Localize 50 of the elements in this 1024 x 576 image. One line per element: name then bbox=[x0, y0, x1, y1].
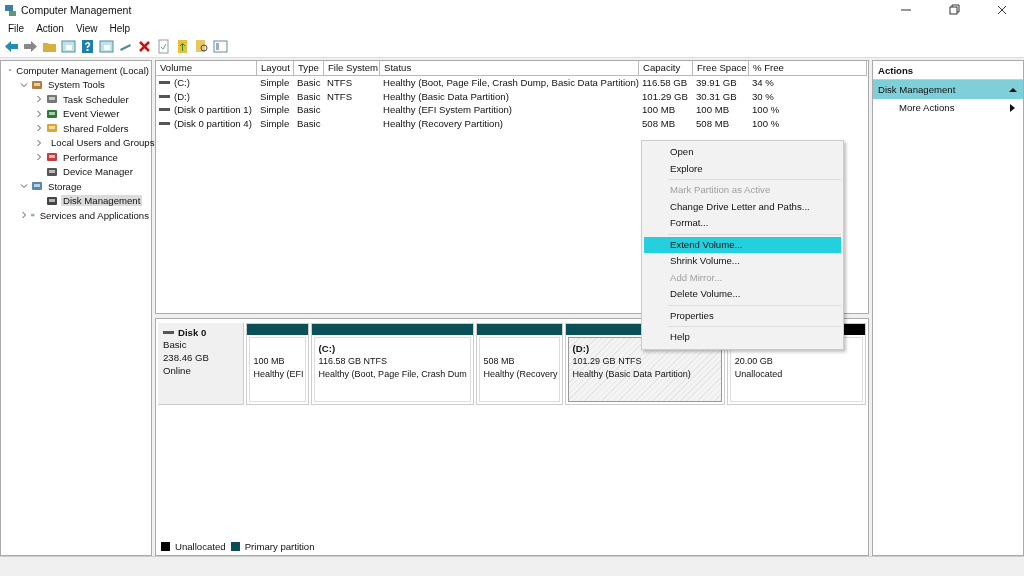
disk-status: Online bbox=[163, 364, 192, 377]
table-cell: (D:) bbox=[174, 89, 190, 103]
table-cell: 39.91 GB bbox=[696, 76, 737, 90]
partition-name: (C:) bbox=[318, 342, 337, 355]
table-cell: Healthy (Recovery Partition) bbox=[383, 116, 503, 130]
table-cell: Simple bbox=[260, 89, 290, 103]
partition-size: 100 MB bbox=[253, 355, 285, 368]
table-cell: 116.58 GB bbox=[642, 76, 688, 90]
table-cell: Simple bbox=[260, 76, 290, 90]
table-cell: 508 MB bbox=[696, 116, 730, 130]
table-cell: 508 MB bbox=[642, 116, 676, 130]
table-cell: Basic bbox=[297, 89, 321, 103]
disk-size: 238.46 GB bbox=[163, 351, 210, 364]
table-cell: Simple bbox=[260, 116, 290, 130]
table-cell: Basic bbox=[297, 116, 321, 130]
disk-type: Basic bbox=[163, 338, 188, 351]
partition-status: Healthy (Basic Data Partition) bbox=[572, 368, 691, 381]
table-cell: Healthy (Basic Data Partition) bbox=[383, 89, 509, 103]
table-cell: Simple bbox=[260, 103, 290, 117]
table-cell: Healthy (EFI System Partition) bbox=[383, 103, 513, 117]
partition-size: 508 MB bbox=[483, 355, 515, 368]
legend-label: Primary partition bbox=[244, 539, 315, 553]
table-cell: Basic bbox=[297, 76, 321, 90]
disk-name: Disk 0 bbox=[178, 327, 207, 338]
partition-size: 20.00 GB bbox=[734, 355, 773, 368]
partition-status: Healthy (Boot, Page File, Crash Dum bbox=[318, 368, 467, 381]
table-cell: NTFS bbox=[327, 76, 353, 90]
table-cell: (C:) bbox=[174, 76, 190, 90]
table-cell: 101.29 GB bbox=[642, 89, 688, 103]
table-cell: (Disk 0 partition 1) bbox=[174, 103, 252, 117]
partition-status: Healthy (Recovery bbox=[483, 368, 558, 381]
table-cell: 30.31 GB bbox=[696, 89, 737, 103]
table-cell: NTFS bbox=[327, 89, 353, 103]
table-cell: 34 % bbox=[752, 76, 774, 90]
table-cell: Basic bbox=[297, 103, 321, 117]
section-label: Disk Management bbox=[878, 84, 956, 95]
table-cell: 100 MB bbox=[642, 103, 676, 117]
partition-status: Unallocated bbox=[734, 368, 783, 381]
table-cell: 100 MB bbox=[696, 103, 730, 117]
table-cell: Healthy (Boot, Page File, Crash Dump, Basic Data Partition) bbox=[383, 76, 639, 90]
table-cell: 100 % bbox=[752, 103, 780, 117]
table-cell: (Disk 0 partition 4) bbox=[174, 116, 252, 130]
partition-name: (D:) bbox=[572, 342, 591, 355]
legend-label: Unallocated bbox=[175, 539, 226, 553]
table-cell: 30 % bbox=[752, 89, 774, 103]
table-cell: 100 % bbox=[752, 116, 780, 130]
partition-size: 116.58 GB NTFS bbox=[318, 355, 387, 368]
window-title: Computer Management bbox=[21, 4, 133, 16]
partition-status: Healthy (EFI bbox=[253, 368, 304, 381]
partition-size: 101.29 GB NTFS bbox=[572, 355, 642, 368]
